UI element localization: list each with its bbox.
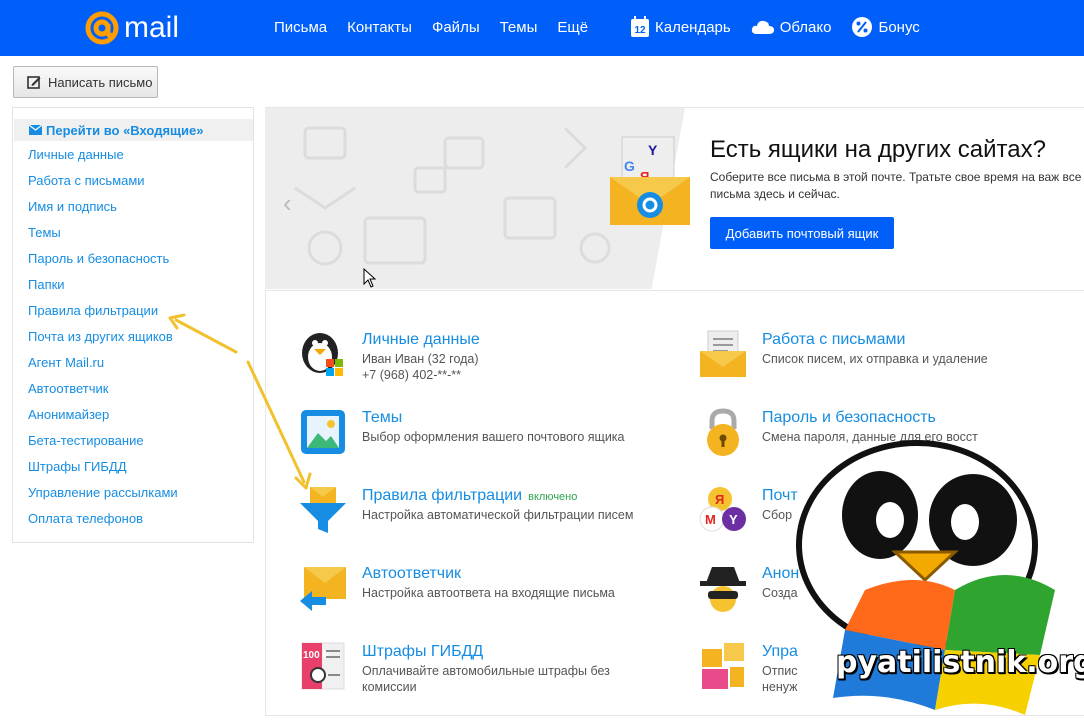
card-desc: Настройка автоматической фильтрации писе… <box>362 508 634 522</box>
calendar-icon: 12 <box>631 16 649 37</box>
logo-text: mail <box>124 11 180 44</box>
card-title: Пароль и безопасность <box>762 409 936 426</box>
card-title: Штрафы ГИБДД <box>362 643 484 660</box>
picture-icon <box>301 410 345 454</box>
card-title: Правила фильтрации включено <box>362 487 577 505</box>
nav-more[interactable]: Ещё <box>557 19 588 36</box>
main-nav: Письма Контакты Файлы Темы Ещё <box>274 19 608 36</box>
mouse-cursor-icon <box>363 268 377 288</box>
card-autoreply[interactable]: Автоответчик Настройка автоответа на вхо… <box>298 563 678 633</box>
card-desc: Настройка автоответа на входящие письма <box>362 586 615 600</box>
nav-letters[interactable]: Письма <box>274 19 327 36</box>
settings-sidebar: Перейти во «Входящие» Личные данные Рабо… <box>12 107 254 543</box>
at-logo-icon <box>85 11 119 45</box>
card-title: Личные данные <box>362 331 480 348</box>
card-traffic-fines[interactable]: 100 ₽ Штрафы ГИБДД Оплачивайте автомобил… <box>298 641 678 711</box>
settings-menu: Личные данные Работа с письмами Имя и по… <box>28 148 178 538</box>
card-title: Автоответчик <box>362 565 462 582</box>
card-title-text: Правила фильтрации <box>362 487 523 504</box>
compose-button[interactable]: Написать письмо <box>13 66 158 98</box>
card-desc: Иван Иван (32 года) +7 (968) 402-**-** <box>362 352 479 382</box>
sidebar-item-filter-rules[interactable]: Правила фильтрации <box>28 304 178 330</box>
card-themes[interactable]: Темы Выбор оформления вашего почтового я… <box>298 407 678 477</box>
lock-icon <box>707 408 739 456</box>
watermark-text: pyatilistnik.org <box>836 645 1084 680</box>
top-bar: mail Письма Контакты Файлы Темы Ещё 12 К… <box>0 0 1084 56</box>
penguin-icon <box>302 333 343 376</box>
card-mail-handling[interactable]: Работа с письмами Список писем, их отпра… <box>698 329 1078 399</box>
bonus-label: Бонус <box>878 18 920 36</box>
add-mailbox-button[interactable]: Добавить почтовый ящик <box>710 217 894 249</box>
nav-cloud[interactable]: Облако <box>751 18 832 36</box>
bonus-percent-icon <box>852 17 873 37</box>
sidebar-item-autoreply[interactable]: Автоответчик <box>28 382 178 408</box>
sidebar-item-mail-handling[interactable]: Работа с письмами <box>28 174 178 200</box>
card-desc: Выбор оформления вашего почтового ящика <box>362 430 625 444</box>
go-to-inbox-label: Перейти во «Входящие» <box>46 122 204 138</box>
banner-title: Есть ящики на других сайтах? <box>710 136 1046 163</box>
fine-ticket-icon: 100 ₽ <box>301 642 345 690</box>
collector-envelope-icon: Y G Я <box>610 136 690 225</box>
sidebar-item-other-mailboxes[interactable]: Почта из других ящиков <box>28 330 178 356</box>
compose-label: Написать письмо <box>48 74 153 90</box>
svg-text:Y: Y <box>729 512 738 527</box>
compose-pencil-icon <box>27 76 41 89</box>
card-personal-data[interactable]: Личные данные Иван Иван (32 года) +7 (96… <box>298 329 678 399</box>
sidebar-item-name-signature[interactable]: Имя и подпись <box>28 200 178 226</box>
mail-collector-icon: Я M Y <box>699 487 746 532</box>
ticket-price: 100 ₽ <box>303 650 329 661</box>
sidebar-item-newsletters[interactable]: Управление рассылками <box>28 486 178 512</box>
promo-banner: ‹ Y G Я Есть ящики на других сайтах? Соб… <box>265 107 1084 289</box>
card-filter-rules[interactable]: Правила фильтрации включено Настройка авт… <box>298 485 678 555</box>
calendar-day: 12 <box>634 25 646 36</box>
spy-icon <box>700 567 746 612</box>
card-desc: Список писем, их отправка и удаление <box>762 352 988 366</box>
card-desc: Оплачивайте автомобильные штрафы без ком… <box>362 664 610 694</box>
sidebar-item-themes[interactable]: Темы <box>28 226 178 252</box>
autoreply-icon <box>300 567 346 611</box>
svg-text:Y: Y <box>648 142 658 158</box>
folders-icon <box>702 643 744 689</box>
nav-files[interactable]: Файлы <box>432 19 480 36</box>
sidebar-item-folders[interactable]: Папки <box>28 278 178 304</box>
envelope-icon <box>29 125 42 135</box>
cloud-icon <box>751 20 774 34</box>
mail-logo[interactable]: mail <box>84 10 179 46</box>
card-title: Анон <box>762 565 800 582</box>
svg-text:M: M <box>705 512 716 527</box>
sidebar-item-password-security[interactable]: Пароль и безопасность <box>28 252 178 278</box>
sidebar-item-phone-payments[interactable]: Оплата телефонов <box>28 512 178 538</box>
funnel-icon <box>300 487 346 533</box>
cloud-label: Облако <box>779 18 832 36</box>
calendar-label: Календарь <box>655 18 731 36</box>
card-title: Почт <box>762 487 798 504</box>
go-to-inbox-link[interactable]: Перейти во «Входящие» <box>14 119 253 141</box>
card-title: Упра <box>762 643 798 660</box>
envelope-letter-icon <box>700 330 746 377</box>
banner-text: Соберите все письма в этой почте. Тратьт… <box>710 170 1082 201</box>
nav-contacts[interactable]: Контакты <box>347 19 412 36</box>
svg-text:Я: Я <box>715 492 724 507</box>
services-nav: 12 Календарь Облако Бонус <box>630 16 940 38</box>
svg-text:G: G <box>624 158 635 174</box>
nav-themes[interactable]: Темы <box>500 19 538 36</box>
sidebar-item-beta-testing[interactable]: Бета-тестирование <box>28 434 178 460</box>
card-title: Работа с письмами <box>762 331 906 348</box>
watermark-penguin-logo <box>796 440 1055 715</box>
nav-calendar[interactable]: 12 Календарь <box>630 16 731 38</box>
nav-bonus[interactable]: Бонус <box>851 16 920 38</box>
sidebar-item-traffic-fines[interactable]: Штрафы ГИБДД <box>28 460 178 486</box>
status-badge: включено <box>528 491 578 503</box>
banner-prev-arrow[interactable]: ‹ <box>283 188 292 219</box>
card-title: Темы <box>362 409 403 426</box>
sidebar-item-personal-data[interactable]: Личные данные <box>28 148 178 174</box>
sidebar-item-anonymizer[interactable]: Анонимайзер <box>28 408 178 434</box>
sidebar-item-mail-agent[interactable]: Агент Mail.ru <box>28 356 178 382</box>
